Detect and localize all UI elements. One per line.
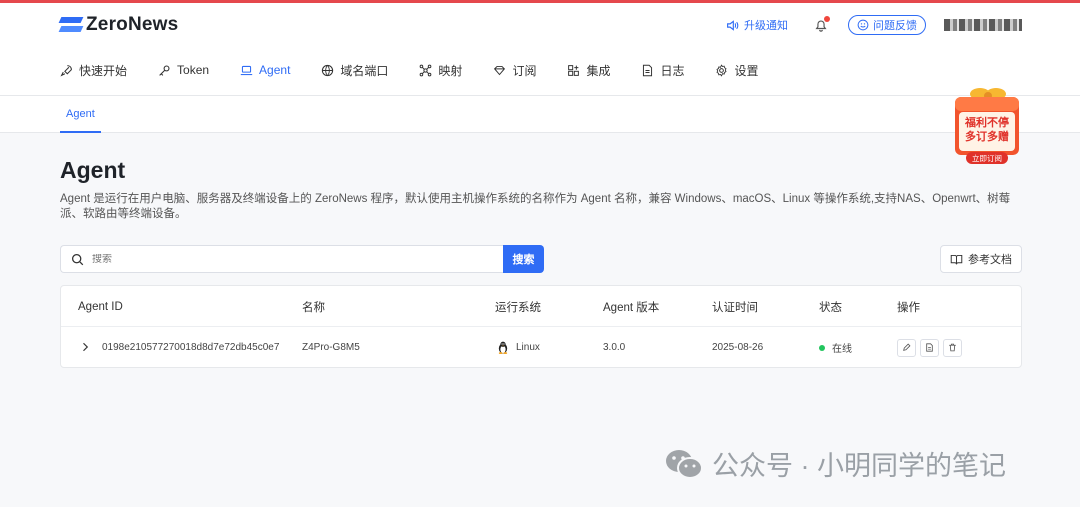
smile-icon: [857, 19, 869, 31]
status-online-dot: [819, 344, 825, 351]
nav-item-settings[interactable]: 设置: [715, 58, 759, 82]
cell-version: 3.0.0: [603, 342, 626, 353]
promo-line-2: 多订多赠: [965, 129, 1009, 143]
col-auth-time[interactable]: 认证时间: [712, 286, 758, 327]
globe-icon: [322, 64, 334, 76]
page-description: Agent 是运行在用户电脑、服务器及终端设备上的 ZeroNews 程序，默认…: [60, 193, 1011, 220]
header: ZeroNews 升级通知 问题反馈 快速开始 Token Agent 域名端口…: [0, 3, 1080, 96]
cell-agent-id: 0198e210577270018d8d7e72db45c0e7: [102, 342, 280, 353]
details-button[interactable]: [920, 338, 939, 357]
watermark: 公众号 · 小明同学的笔记: [664, 444, 1006, 483]
col-name[interactable]: 名称: [302, 286, 325, 327]
agent-table: Agent ID 名称 运行系统 Agent 版本 认证时间 状态 操作 019…: [60, 285, 1022, 368]
logo[interactable]: ZeroNews: [58, 14, 179, 36]
search-button[interactable]: 搜索: [503, 245, 544, 273]
nav-label: 域名端口: [340, 63, 389, 78]
page-title: Agent: [60, 157, 126, 183]
network-icon: [420, 64, 432, 76]
search-field[interactable]: [60, 245, 503, 273]
nav-item-domain-port[interactable]: 域名端口: [321, 58, 388, 82]
cell-os: Linux: [497, 327, 540, 368]
search-input[interactable]: [92, 253, 472, 265]
upgrade-notice-link[interactable]: 升级通知: [726, 17, 788, 33]
tab-agent[interactable]: Agent: [60, 96, 101, 133]
nav-item-agent[interactable]: Agent: [240, 58, 290, 82]
feedback-label: 问题反馈: [873, 20, 917, 32]
user-avatar-redacted[interactable]: [944, 19, 1022, 31]
nav-item-logs[interactable]: 日志: [641, 58, 684, 82]
nav-label: 订阅: [512, 63, 537, 78]
nav-item-subscription[interactable]: 订阅: [493, 58, 536, 82]
feedback-button[interactable]: 问题反馈: [848, 15, 926, 35]
linux-penguin-icon: [498, 341, 508, 354]
cell-auth-time: 2025-08-26: [712, 342, 764, 353]
col-version[interactable]: Agent 版本: [603, 286, 659, 327]
status-label: 在线: [832, 344, 852, 355]
main-nav: 快速开始 Token Agent 域名端口 映射 订阅 集成 日志 设置: [60, 58, 790, 82]
expand-chevron-icon[interactable]: [79, 341, 91, 353]
nav-label: 快速开始: [79, 63, 128, 78]
laptop-icon: [240, 65, 253, 75]
diamond-icon: [494, 65, 506, 75]
os-label: Linux: [516, 342, 540, 353]
key-icon: [159, 65, 170, 76]
col-actions: 操作: [897, 301, 920, 314]
book-icon: [950, 254, 963, 264]
upgrade-notice-label: 升级通知: [744, 20, 788, 32]
reference-docs-label: 参考文档: [968, 254, 1012, 266]
gear-icon: [716, 63, 728, 77]
reference-docs-button[interactable]: 参考文档: [940, 245, 1022, 273]
promo-line-1: 福利不停: [964, 115, 1009, 129]
nav-item-integration[interactable]: 集成: [567, 58, 610, 82]
document-icon: [926, 343, 933, 352]
apps-icon: [568, 64, 580, 76]
col-status[interactable]: 状态: [819, 286, 842, 327]
document-icon: [643, 64, 653, 76]
table-header: Agent ID 名称 运行系统 Agent 版本 认证时间 状态 操作: [61, 286, 1021, 327]
table-row: 0198e210577270018d8d7e72db45c0e7 Z4Pro-G…: [61, 327, 1021, 368]
logo-text: ZeroNews: [86, 14, 179, 35]
promo-subscribe-button[interactable]: 立即订阅: [972, 153, 1002, 163]
notification-badge: [824, 16, 830, 22]
watermark-text: 公众号 · 小明同学的笔记: [712, 451, 1006, 481]
search-bar: 搜索: [60, 245, 544, 273]
nav-label: 日志: [660, 63, 685, 78]
cell-name: Z4Pro-G8M5: [302, 342, 360, 353]
cell-status: 在线: [819, 327, 852, 368]
col-agent-id[interactable]: Agent ID: [78, 286, 123, 327]
nav-label: 集成: [586, 63, 611, 78]
delete-button[interactable]: [943, 338, 962, 357]
promo-badge[interactable]: 福利不停 多订多赠 立即订阅: [952, 85, 1022, 167]
nav-item-quickstart[interactable]: 快速开始: [60, 58, 127, 82]
search-icon: [71, 253, 84, 265]
header-actions: 升级通知 问题反馈: [726, 14, 1022, 36]
pencil-icon: [903, 343, 911, 351]
sub-tab-bar: Agent: [0, 96, 1080, 133]
edit-button[interactable]: [897, 338, 916, 357]
nav-label: 设置: [734, 63, 759, 78]
zeronews-logo-icon: [58, 17, 84, 33]
speaker-icon: [727, 19, 739, 31]
nav-label: Token: [177, 63, 210, 77]
col-os[interactable]: 运行系统: [495, 286, 541, 327]
cell-actions: [897, 327, 966, 368]
nav-label: 映射: [438, 63, 463, 78]
rocket-icon: [60, 64, 72, 77]
trash-icon: [949, 343, 956, 352]
nav-item-mapping[interactable]: 映射: [419, 58, 462, 82]
nav-item-token[interactable]: Token: [158, 58, 209, 82]
notification-button[interactable]: [814, 16, 830, 32]
wechat-icon: [666, 449, 703, 479]
nav-label: Agent: [259, 63, 291, 77]
